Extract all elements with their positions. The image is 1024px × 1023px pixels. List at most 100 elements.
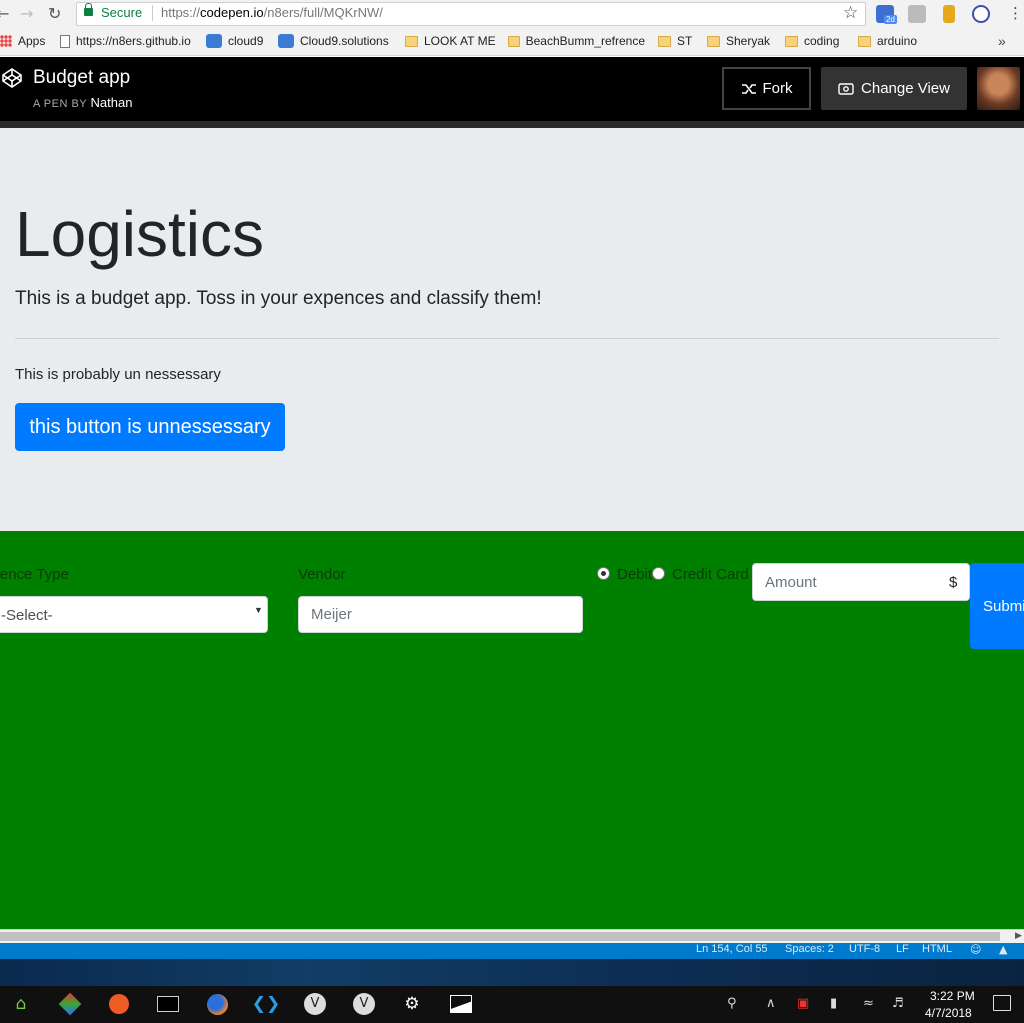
bookmark-folder-beachbumm[interactable]: BeachBumm_refrence — [508, 34, 645, 48]
desktop-wallpaper — [0, 959, 1024, 986]
bookmark-label: cloud9 — [228, 34, 264, 48]
folder-icon — [658, 35, 671, 47]
url-path: /n8ers/full/MQKrNW/ — [263, 5, 383, 20]
back-icon[interactable]: ← — [0, 4, 9, 23]
credit-card-radio[interactable] — [652, 567, 665, 580]
pen-author-link[interactable]: Nathan — [91, 95, 133, 110]
expense-type-label: Expence Type — [0, 566, 69, 583]
lock-icon — [84, 3, 93, 16]
url-text[interactable]: https://codepen.io/n8ers/full/MQKrNW/ — [161, 5, 383, 20]
unnecessary-button[interactable]: this button is unnessessary — [15, 403, 285, 451]
terminal-app-icon[interactable] — [156, 992, 180, 1016]
bookmark-folder-sheryak[interactable]: Sheryak — [707, 34, 770, 48]
vscode-app-icon[interactable]: ❮❯ — [252, 992, 281, 1016]
bookmark-folder-st[interactable]: ST — [658, 34, 692, 48]
extension-block-icon[interactable] — [972, 5, 990, 23]
git-app-icon[interactable] — [58, 992, 82, 1016]
bookmark-star-icon[interactable]: ☆ — [843, 3, 858, 23]
bookmark-label: coding — [804, 34, 840, 48]
bell-icon[interactable]: ▲ — [999, 943, 1007, 956]
debit-label: Debit — [617, 566, 653, 583]
extension-badge: 2d — [884, 15, 897, 24]
jumbotron-note: This is probably un nessessary — [15, 366, 221, 383]
folder-icon — [707, 35, 720, 47]
wifi-icon[interactable]: ≈ — [863, 996, 874, 1011]
apps-icon — [0, 35, 12, 47]
photos-app-icon[interactable] — [449, 992, 473, 1016]
extension-timer-icon[interactable] — [943, 5, 955, 23]
expense-type-select[interactable]: -Select- — [0, 596, 268, 633]
folder-icon — [508, 35, 520, 47]
fork-icon — [741, 83, 756, 94]
vivaldi-app-icon[interactable]: V — [303, 992, 327, 1016]
fork-label: Fork — [762, 80, 793, 97]
bookmark-apps[interactable]: Apps — [0, 34, 45, 48]
status-cursor-position[interactable]: Ln 154, Col 55 — [696, 943, 768, 955]
status-eol[interactable]: LF — [896, 943, 909, 955]
volume-icon[interactable]: ♬ — [892, 996, 904, 1011]
vendor-placeholder: Meijer — [311, 606, 352, 623]
bookmark-label: BeachBumm_refrence — [525, 34, 645, 48]
firefox-app-icon[interactable] — [205, 992, 229, 1016]
clock-date[interactable]: 4/7/2018 — [925, 1006, 972, 1020]
vivaldi-window-icon[interactable]: V — [352, 992, 376, 1016]
clock-time[interactable]: 3:22 PM — [930, 989, 975, 1003]
jumbotron — [0, 128, 1024, 531]
browser-menu-icon[interactable]: ⋮ — [1008, 4, 1023, 22]
folder-icon — [858, 35, 871, 47]
notifications-icon[interactable] — [993, 995, 1011, 1011]
change-view-button[interactable]: Change View — [821, 67, 967, 110]
bookmark-folder-arduino[interactable]: arduino — [858, 34, 917, 48]
bookmarks-overflow-icon[interactable]: » — [998, 33, 1006, 49]
header-divider — [0, 121, 1024, 128]
scroll-right-icon[interactable]: ▶ — [1015, 930, 1022, 941]
bookmark-cloud9-solutions[interactable]: Cloud9.solutions — [278, 34, 389, 48]
status-encoding[interactable]: UTF-8 — [849, 943, 880, 955]
battery-icon[interactable]: ▮ — [830, 996, 837, 1011]
bookmark-label: Sheryak — [726, 34, 771, 48]
status-indentation[interactable]: Spaces: 2 — [785, 943, 834, 955]
vendor-input[interactable]: Meijer — [298, 596, 583, 633]
gift-icon[interactable]: ▣ — [797, 996, 809, 1011]
reload-icon[interactable]: ↻ — [48, 4, 61, 23]
smiley-icon[interactable]: ☺ — [970, 943, 981, 956]
page-title: Logistics — [15, 198, 264, 270]
postman-app-icon[interactable] — [107, 992, 131, 1016]
tray-chevron-icon[interactable]: ∧ — [766, 996, 776, 1011]
debit-radio[interactable] — [597, 567, 610, 580]
address-separator — [152, 5, 153, 21]
scrollbar-thumb[interactable] — [0, 932, 1000, 941]
cloud9-icon — [206, 34, 222, 48]
bookmark-folder-look-at-me[interactable]: LOOK AT ME — [405, 34, 496, 48]
bookmark-label: https://n8ers.github.io — [76, 34, 191, 48]
amount-currency-suffix: $ — [949, 574, 958, 591]
forward-icon[interactable]: → — [20, 4, 33, 23]
home-app-icon[interactable]: ⌂ — [9, 992, 33, 1016]
change-view-label: Change View — [861, 80, 950, 97]
bookmark-label: LOOK AT ME — [424, 34, 496, 48]
status-language[interactable]: HTML — [922, 943, 952, 955]
bookmark-label: Cloud9.solutions — [300, 34, 389, 48]
pen-byline: A PEN BY Nathan — [33, 95, 132, 110]
bookmark-cloud9[interactable]: cloud9 — [206, 34, 263, 48]
bookmark-github[interactable]: https://n8ers.github.io — [60, 34, 196, 48]
vendor-label: Vendor — [298, 566, 346, 583]
pen-by-label: A PEN BY — [33, 98, 87, 110]
submit-button[interactable]: Submit — [970, 563, 1024, 649]
fork-button[interactable]: Fork — [722, 67, 811, 110]
cloud9-icon — [278, 34, 294, 48]
extension-csp-icon[interactable] — [908, 5, 926, 23]
eye-icon — [838, 82, 854, 95]
page-lead: This is a budget app. Toss in your expen… — [15, 288, 542, 309]
bookmark-label: ST — [677, 34, 693, 48]
divider — [15, 338, 999, 339]
user-avatar[interactable] — [977, 67, 1020, 110]
codepen-logo-icon[interactable] — [2, 68, 22, 88]
settings-gear-icon[interactable]: ⚙ — [400, 992, 424, 1016]
bookmark-label: arduino — [877, 34, 918, 48]
people-icon[interactable]: ⚲ — [727, 996, 737, 1011]
amount-input[interactable]: Amount — [752, 563, 970, 601]
pen-title: Budget app — [33, 67, 131, 88]
bookmark-label: Apps — [18, 34, 46, 48]
bookmark-folder-coding[interactable]: coding — [785, 34, 839, 48]
